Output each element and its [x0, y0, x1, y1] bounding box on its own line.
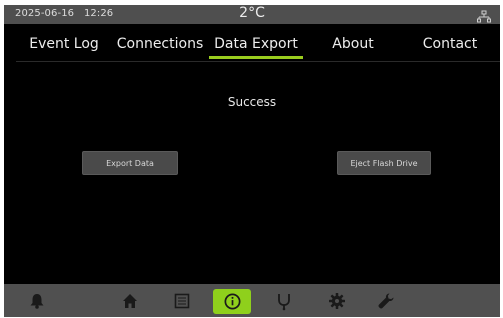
active-tab-indicator	[209, 56, 303, 59]
tab-about[interactable]: About	[314, 31, 392, 61]
bottom-nav-bar	[4, 284, 500, 317]
network-icon	[477, 8, 491, 23]
home-icon[interactable]	[120, 291, 140, 311]
bell-icon[interactable]	[27, 291, 47, 311]
tab-contact[interactable]: Contact	[409, 31, 491, 61]
status-bar: 2025-06-16 12:26 2°C	[4, 5, 500, 24]
export-data-button[interactable]: Export Data	[82, 151, 178, 175]
list-icon[interactable]	[172, 291, 192, 311]
status-message: Success	[227, 95, 277, 109]
tab-divider	[16, 61, 500, 62]
wrench-icon[interactable]	[376, 291, 396, 311]
status-temperature: 2°C	[239, 5, 265, 21]
gear-icon[interactable]	[327, 291, 347, 311]
tab-connections[interactable]: Connections	[112, 31, 208, 61]
info-icon	[224, 293, 241, 310]
screen: 2025-06-16 12:26 2°C Event Log Connectio…	[4, 5, 500, 317]
info-button[interactable]	[213, 289, 251, 314]
eject-flash-drive-button[interactable]: Eject Flash Drive	[337, 151, 431, 175]
tab-event-log[interactable]: Event Log	[18, 31, 110, 61]
probe-icon[interactable]	[274, 291, 294, 311]
